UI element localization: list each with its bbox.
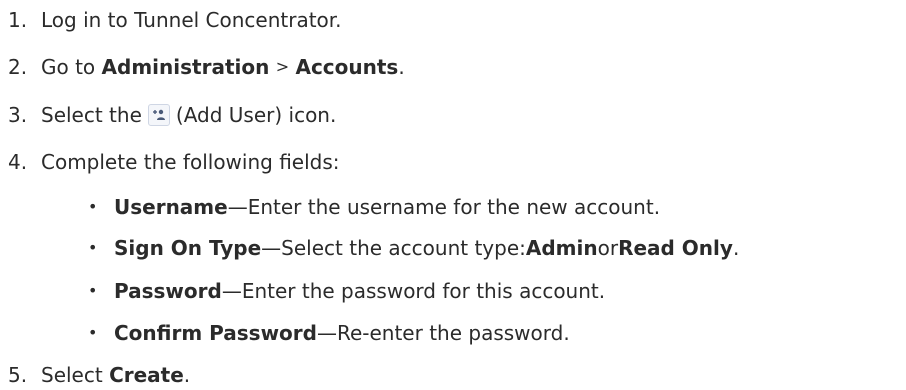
step-2: 2. Go to Administration > Accounts. <box>0 52 405 82</box>
create-button-label: Create <box>109 363 184 387</box>
field-username: • Username —Enter the username for the ne… <box>86 192 660 222</box>
step-number: 5. <box>8 363 28 387</box>
field-name: Username <box>114 195 228 219</box>
add-user-icon <box>147 104 170 126</box>
step-text: Complete the following fields: <box>41 150 340 174</box>
field-name: Sign On Type <box>114 236 262 260</box>
field-name: Password <box>114 279 222 303</box>
option-read-only: Read Only <box>618 236 733 260</box>
step-text-pre: Go to <box>41 55 96 79</box>
step-text-pre: Select the <box>41 103 142 127</box>
instructions: 1. Log in to Tunnel Concentrator. 2. Go … <box>0 0 906 390</box>
bullet-icon: • <box>88 197 98 216</box>
field-desc: —Select the account type: <box>261 236 526 260</box>
step-number: 1. <box>8 8 28 32</box>
field-name: Confirm Password <box>114 321 317 345</box>
bullet-icon: • <box>88 323 98 342</box>
bullet-icon: • <box>88 281 98 300</box>
field-desc: —Re-enter the password. <box>316 321 570 345</box>
step-number: 2. <box>8 55 28 79</box>
menu-path-administration: Administration <box>101 55 270 79</box>
step-1: 1. Log in to Tunnel Concentrator. <box>0 5 342 35</box>
field-confirm-password: • Confirm Password —Re-enter the password… <box>86 318 570 348</box>
field-desc: —Enter the username for the new account. <box>227 195 661 219</box>
step-text-post: . <box>183 363 191 387</box>
field-desc-end: . <box>732 236 740 260</box>
step-number: 3. <box>8 103 28 127</box>
menu-path-accounts: Accounts <box>295 55 399 79</box>
step-text: Log in to Tunnel Concentrator. <box>41 8 342 32</box>
option-admin: Admin <box>525 236 598 260</box>
step-text-pre: Select <box>41 363 103 387</box>
field-sign-on-type: • Sign On Type —Select the account type: … <box>86 233 739 263</box>
step-text-post: (Add User) icon. <box>175 103 337 127</box>
step-text-post: . <box>398 55 405 79</box>
field-desc: —Enter the password for this account. <box>221 279 606 303</box>
option-separator: or <box>597 236 619 260</box>
field-password: • Password —Enter the password for this a… <box>86 276 605 306</box>
step-5: 5. Select Create. <box>0 360 190 390</box>
step-number: 4. <box>8 150 28 174</box>
bullet-icon: • <box>88 238 98 257</box>
step-3: 3. Select the (Add User) icon. <box>0 100 336 130</box>
step-4: 4. Complete the following fields: <box>0 147 340 177</box>
path-separator: > <box>275 57 290 76</box>
